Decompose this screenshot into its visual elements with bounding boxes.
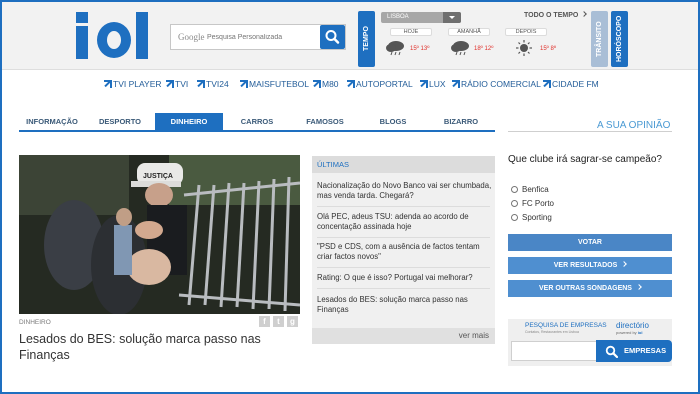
tab-informacao[interactable]: INFORMAÇÃO (19, 113, 85, 130)
channel-link[interactable]: TVI (166, 79, 188, 89)
channel-link[interactable]: TVI PLAYER (104, 79, 162, 89)
other-polls-button[interactable]: VER OUTRAS SONDAGENS (508, 280, 672, 297)
tab-famosos[interactable]: FAMOSOS (291, 113, 359, 130)
arrow-up-right-icon (104, 80, 112, 88)
latest-header: ÚLTIMAS (312, 156, 495, 173)
rain-cloud-icon (451, 41, 469, 56)
temps-after: 15º 8º (540, 46, 557, 52)
city-select[interactable]: LISBOA (381, 12, 461, 23)
article-image[interactable]: JUSTIÇA (19, 155, 300, 314)
directory-powered: powered by iol (616, 330, 643, 335)
divider (317, 267, 490, 268)
chevron-right-icon (636, 284, 642, 290)
arrow-up-right-icon (240, 80, 248, 88)
tab-dinheiro[interactable]: DINHEIRO (155, 113, 223, 130)
facebook-icon[interactable]: f (259, 316, 270, 327)
radio-button[interactable] (511, 200, 518, 207)
all-weather-link[interactable]: TODO O TEMPO (524, 11, 588, 19)
rain-cloud-icon (386, 41, 404, 56)
arrow-up-right-icon (452, 80, 460, 88)
all-weather-label: TODO O TEMPO (524, 12, 579, 19)
companies-button-label: EMPRESAS (624, 346, 667, 355)
poll-option[interactable]: Benfica (511, 185, 549, 194)
news-item[interactable]: Nacionalização do Novo Banco vai ser chu… (317, 181, 492, 200)
tempo-label: TEMPO (363, 26, 370, 52)
vote-button[interactable]: VOTAR (508, 234, 672, 251)
divider (317, 237, 490, 238)
search-button[interactable] (320, 25, 345, 49)
directory-logo[interactable]: directório (616, 321, 649, 330)
news-item[interactable]: Rating: O que é isso? Portugal vai melho… (317, 273, 492, 283)
channel-link[interactable]: CIDADE FM (543, 79, 599, 89)
channel-link[interactable]: M80 (313, 79, 339, 89)
tab-desporto[interactable]: DESPORTO (86, 113, 154, 130)
arrow-up-right-icon (313, 80, 321, 88)
transito-label: TRÂNSITO (596, 21, 603, 57)
article-category: DINHEIRO (19, 319, 51, 326)
channel-link[interactable]: LUX (420, 79, 446, 89)
tab-carros[interactable]: CARROS (224, 113, 290, 130)
tab-blogs[interactable]: BLOGS (360, 113, 426, 130)
arrow-up-right-icon (543, 80, 551, 88)
horoscopo-label: HORÓSCOPO (616, 15, 623, 63)
channel-link[interactable]: AUTOPORTAL (347, 79, 413, 89)
city-value: LISBOA (387, 14, 409, 20)
day-label-today: HOJE (390, 28, 432, 36)
tab-transito[interactable]: TRÂNSITO (591, 11, 608, 67)
section-tabs: INFORMAÇÃO DESPORTO DINHEIRO CARROS FAMO… (19, 113, 495, 132)
latest-news-panel: ÚLTIMAS Nacionalização do Novo Banco vai… (312, 156, 495, 344)
news-item[interactable]: Olá PEC, adeus TSU: adenda ao acordo de … (317, 212, 492, 231)
twitter-icon[interactable]: t (273, 316, 284, 327)
sun-icon (516, 40, 532, 56)
poll-question: Que clube irá sagrar-se campeão? (508, 154, 662, 165)
radio-button[interactable] (511, 186, 518, 193)
temps-tomorrow: 18º 12º (474, 46, 494, 52)
news-item[interactable]: Lesados do BES: solução marca passo nas … (317, 295, 492, 314)
search-icon (605, 345, 618, 358)
tab-bizarro[interactable]: BIZARRO (427, 113, 495, 130)
day-label-after: DEPOIS (505, 28, 547, 36)
chevron-right-icon (621, 261, 628, 267)
google-plus-icon[interactable]: g (287, 316, 298, 327)
divider (317, 288, 490, 289)
arrow-up-right-icon (347, 80, 355, 88)
divider (317, 206, 490, 207)
channel-link[interactable]: TVI24 (197, 79, 229, 89)
company-search-subtitle: Contatos, Restaurantes em Lisboa (525, 330, 579, 334)
iol-logo[interactable] (76, 12, 152, 60)
companies-button[interactable]: EMPRESAS (596, 340, 672, 362)
chevron-right-icon (581, 11, 588, 17)
company-search: PESQUISA DE EMPRESAS Contatos, Restauran… (508, 319, 672, 366)
view-results-button[interactable]: VER RESULTADOS (508, 257, 672, 274)
channel-link[interactable]: MAISFUTEBOL (240, 79, 309, 89)
see-more-link[interactable]: ver mais (312, 328, 495, 344)
channel-link[interactable]: RÁDIO COMERCIAL (452, 79, 541, 89)
chevron-down-icon (443, 12, 461, 23)
company-search-input[interactable] (511, 341, 597, 361)
google-label: Google (178, 32, 205, 42)
arrow-up-right-icon (166, 80, 174, 88)
tab-horoscopo[interactable]: HORÓSCOPO (611, 11, 628, 67)
divider (508, 131, 672, 132)
poll-header: A SUA OPINIÃO (597, 120, 671, 131)
search-input[interactable] (207, 31, 317, 44)
poll-option[interactable]: FC Porto (511, 199, 554, 208)
cap-text: JUSTIÇA (143, 173, 173, 180)
radio-button[interactable] (511, 214, 518, 221)
protest-photo: JUSTIÇA (19, 155, 300, 314)
tab-tempo[interactable]: TEMPO (358, 11, 375, 67)
arrow-up-right-icon (197, 80, 205, 88)
poll-option[interactable]: Sporting (511, 213, 552, 222)
search-icon (325, 30, 340, 44)
temps-today: 15º 13º (410, 46, 430, 52)
article-headline[interactable]: Lesados do BES: solução marca passo nas … (19, 331, 300, 363)
day-label-tomorrow: AMANHÃ (448, 28, 490, 36)
company-search-title: PESQUISA DE EMPRESAS (525, 322, 607, 329)
arrow-up-right-icon (420, 80, 428, 88)
news-item[interactable]: "PSD e CDS, com a ausência de factos ten… (317, 242, 492, 261)
channels-nav: TVI PLAYER TVI TVI24 MAISFUTEBOL M80 AUT… (0, 79, 700, 91)
